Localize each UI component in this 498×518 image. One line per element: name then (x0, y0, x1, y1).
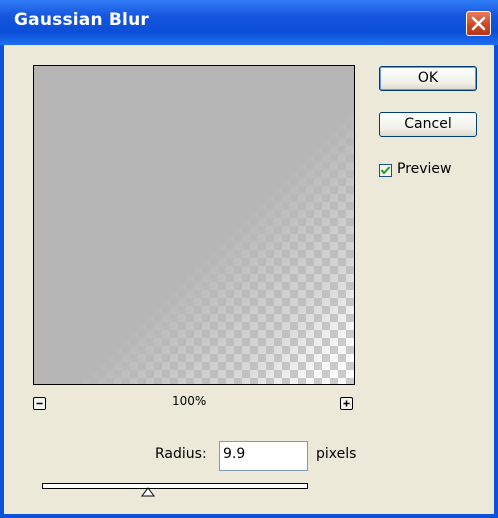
ok-button[interactable]: OK (379, 66, 477, 91)
minus-icon (36, 402, 43, 405)
plus-icon (343, 400, 350, 407)
radius-label: Radius: (155, 446, 207, 462)
preview-image (34, 66, 354, 384)
zoom-level: 100% (172, 394, 207, 408)
preview-area[interactable] (33, 65, 355, 385)
preview-label: Preview (397, 161, 452, 177)
cancel-button[interactable]: Cancel (379, 112, 477, 137)
gaussian-blur-dialog: Gaussian Blur OK Cancel Preview 100% Rad… (0, 0, 498, 518)
preview-checkbox[interactable] (379, 164, 392, 177)
close-button[interactable] (466, 11, 491, 36)
radius-slider-thumb[interactable] (141, 487, 156, 497)
dialog-title: Gaussian Blur (14, 10, 149, 30)
zoom-in-button[interactable] (340, 397, 353, 410)
radius-unit: pixels (316, 446, 357, 462)
radius-input[interactable]: 9.9 (219, 441, 308, 471)
title-bar[interactable]: Gaussian Blur (0, 0, 498, 45)
close-icon (471, 16, 486, 31)
dialog-body: OK Cancel Preview 100% Radius: 9.9 pixel… (4, 45, 494, 514)
radius-slider-track[interactable] (42, 483, 308, 489)
checkmark-icon (380, 166, 391, 175)
zoom-out-button[interactable] (33, 397, 46, 410)
